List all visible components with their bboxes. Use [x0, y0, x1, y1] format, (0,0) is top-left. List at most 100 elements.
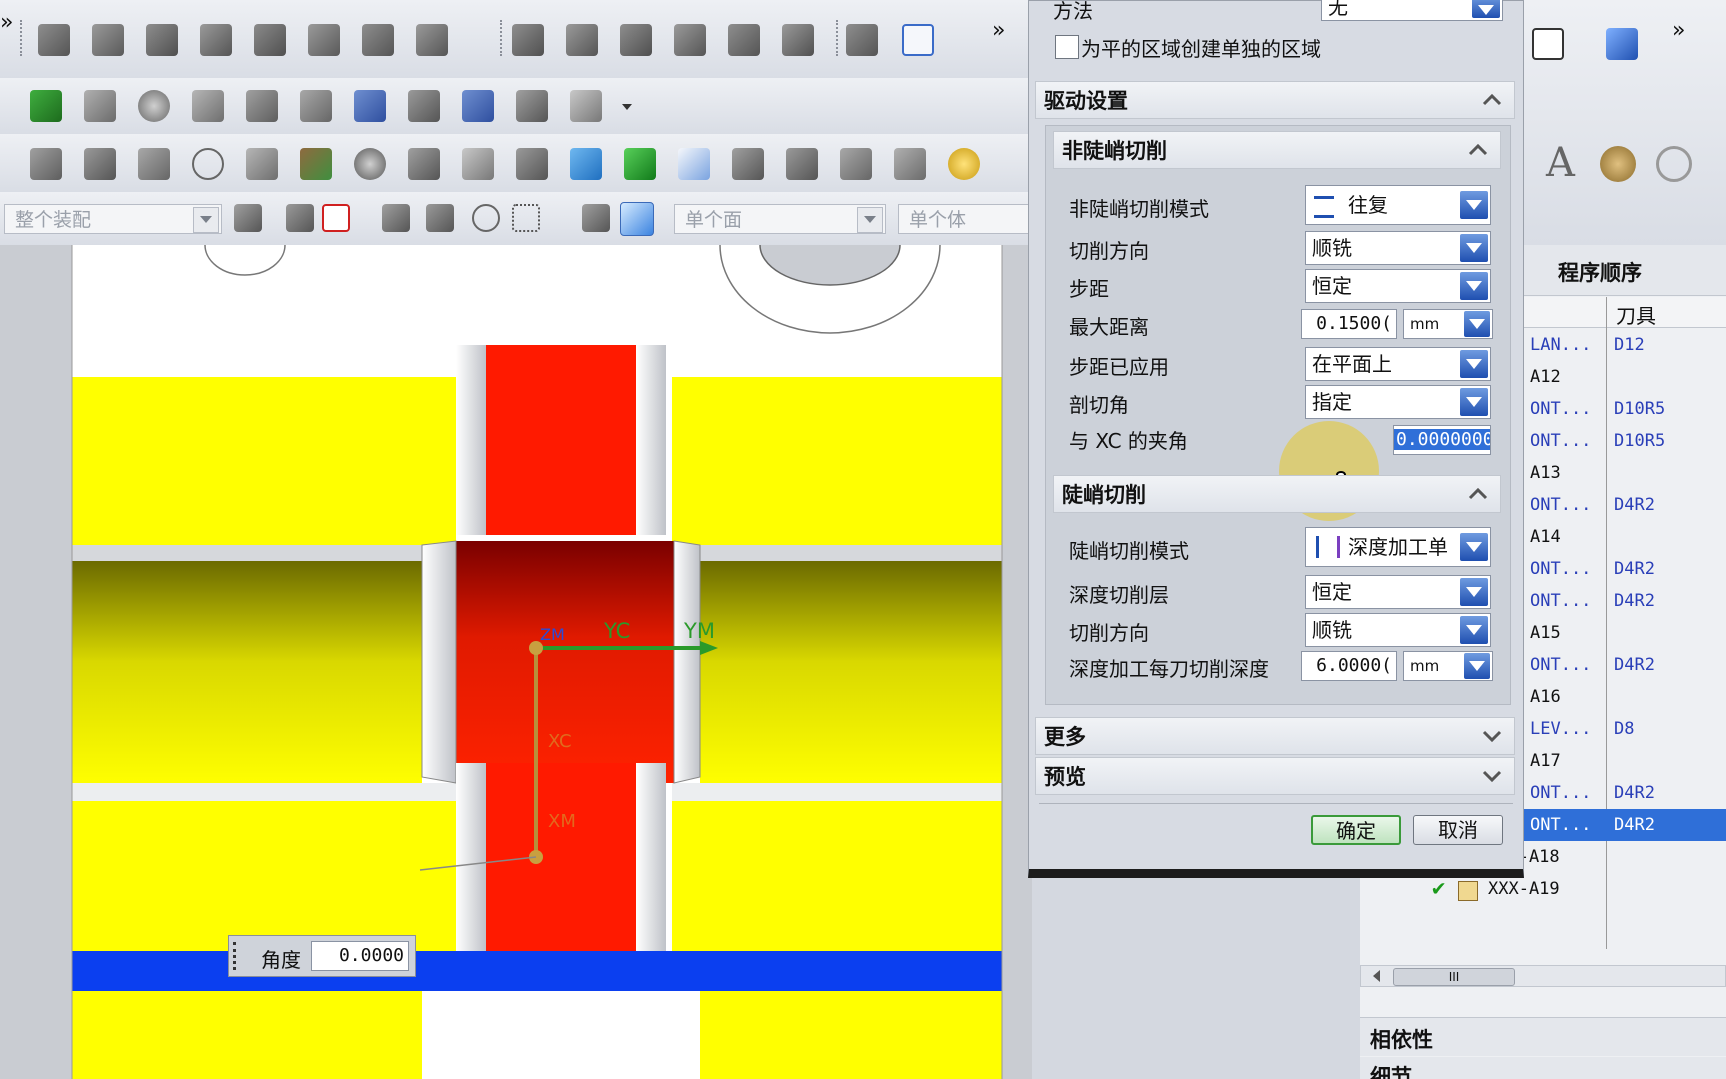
mill-op-icon-4[interactable]	[200, 24, 232, 56]
scroll-left-icon[interactable]	[1373, 970, 1380, 982]
green-blocks-icon[interactable]	[624, 148, 656, 180]
method-select[interactable]: 无	[1321, 0, 1503, 21]
mill-op-icon-15[interactable]	[846, 24, 878, 56]
mill-op-icon-13[interactable]	[728, 24, 760, 56]
max-distance-unit-select[interactable]: mm	[1403, 309, 1493, 339]
printer-icon[interactable]	[192, 90, 224, 122]
mill-op-icon-1[interactable]	[38, 24, 70, 56]
geometry-icon[interactable]	[30, 90, 62, 122]
tree-icon[interactable]	[732, 148, 764, 180]
point-select-icon[interactable]	[322, 204, 350, 232]
dependencies-panel-header[interactable]: 相依性	[1360, 1017, 1726, 1056]
parts-list-icon[interactable]	[354, 90, 386, 122]
mill-op-icon-10[interactable]	[566, 24, 598, 56]
sheep-icon[interactable]	[138, 90, 170, 122]
col-tool-header[interactable]: 刀具	[1616, 300, 1656, 329]
drag-handle-icon[interactable]	[233, 942, 244, 970]
more-header[interactable]: 更多	[1035, 717, 1515, 755]
arrow-right-icon[interactable]	[1532, 28, 1564, 60]
palette-icon[interactable]	[1600, 146, 1636, 182]
draft-icon[interactable]	[462, 148, 494, 180]
drive-settings-header[interactable]: 驱动设置	[1035, 81, 1515, 119]
blue-s-icon[interactable]	[570, 148, 602, 180]
k-icon[interactable]	[300, 148, 332, 180]
marquee-icon[interactable]	[512, 204, 540, 232]
flag-icon[interactable]	[1606, 28, 1638, 60]
angle-onscreen-input[interactable]: 角度 0.0000	[228, 935, 416, 977]
steep-cut-direction-select[interactable]: 顺铣	[1305, 613, 1491, 647]
xyz-icon[interactable]	[894, 148, 926, 180]
assembly-filter-select[interactable]: 整个装配	[4, 204, 222, 234]
cube-icon[interactable]	[246, 148, 278, 180]
gold-balls-icon[interactable]	[948, 148, 980, 180]
steep-pattern-select[interactable]: 深度加工单	[1305, 527, 1491, 567]
scroll-thumb[interactable]: III	[1393, 968, 1515, 986]
path-icon[interactable]	[84, 90, 116, 122]
mill-op-icon-7[interactable]	[362, 24, 394, 56]
mill-op-icon-12[interactable]	[674, 24, 706, 56]
axis-label-ym: YM	[684, 619, 715, 643]
box-icon[interactable]	[408, 148, 440, 180]
row2-dropdown-arrow[interactable]	[622, 104, 632, 110]
trim-icon[interactable]	[138, 148, 170, 180]
mill-op-icon-6[interactable]	[308, 24, 340, 56]
layers-icon[interactable]	[786, 148, 818, 180]
graphics-viewport[interactable]: ZM YC YM XC XM 角度 0.0000	[0, 245, 1032, 1079]
target-icon[interactable]	[472, 204, 500, 232]
mill-op-icon-2[interactable]	[92, 24, 124, 56]
depth-per-cut-input[interactable]: 6.0000(	[1301, 651, 1397, 681]
horizontal-scrollbar[interactable]: III	[1360, 965, 1726, 987]
separate-region-checkbox[interactable]	[1055, 35, 1079, 59]
xc-angle-input[interactable]: 0.0000000	[1393, 425, 1491, 455]
non-steep-cut-direction-select[interactable]: 顺铣	[1305, 231, 1491, 265]
depth-per-cut-unit-select[interactable]: mm	[1403, 651, 1493, 681]
list-icon[interactable]	[300, 90, 332, 122]
toolbar-overflow-1[interactable]: »	[992, 18, 1005, 43]
face-filter-select[interactable]: 单个面	[674, 204, 886, 234]
toolbar-overflow-2[interactable]: »	[1672, 18, 1685, 43]
mill-op-icon-14[interactable]	[782, 24, 814, 56]
gear-icon[interactable]	[1656, 146, 1692, 182]
prt-icon[interactable]	[678, 148, 710, 180]
max-distance-input[interactable]: 0.1500(	[1301, 309, 1397, 339]
solid-icon[interactable]	[582, 204, 610, 232]
stitch-icon[interactable]	[30, 148, 62, 180]
tool-icon[interactable]	[246, 90, 278, 122]
wrench-icon[interactable]	[840, 148, 872, 180]
mill-op-icon-8[interactable]	[416, 24, 448, 56]
stepover-select[interactable]: 恒定	[1305, 269, 1491, 303]
text-a-icon[interactable]: A	[1546, 140, 1575, 186]
blue-cube-icon[interactable]	[620, 202, 654, 236]
table-icon[interactable]	[462, 90, 494, 122]
mill-op-icon-9[interactable]	[512, 24, 544, 56]
non-steep-pattern-select[interactable]: 往复	[1305, 185, 1491, 225]
arrow-tree-icon[interactable]	[408, 90, 440, 122]
toolbar-overflow-left[interactable]: »	[0, 10, 13, 35]
cylinder-icon[interactable]	[354, 148, 386, 180]
details-panel-header[interactable]: 细节	[1360, 1057, 1726, 1079]
crosshair-icon[interactable]	[382, 204, 410, 232]
row-tool: D4R2	[1614, 655, 1655, 675]
angle-value-field[interactable]: 0.0000	[311, 941, 409, 971]
stepover-applied-select[interactable]: 在平面上	[1305, 347, 1491, 381]
select-box-icon[interactable]	[570, 90, 602, 122]
body-filter-select[interactable]: 单个体	[898, 204, 1032, 234]
hammer-icon[interactable]	[426, 204, 454, 232]
depth-levels-select[interactable]: 恒定	[1305, 575, 1491, 609]
steep-header[interactable]: 陡峭切削	[1053, 475, 1501, 513]
non-steep-header[interactable]: 非陡峭切削	[1053, 131, 1501, 169]
mill-op-icon-3[interactable]	[146, 24, 178, 56]
filter-icon[interactable]	[234, 204, 262, 232]
ok-button[interactable]: 确定	[1311, 815, 1401, 845]
snap-icon[interactable]	[286, 204, 314, 232]
shop-doc-icon[interactable]	[902, 24, 934, 56]
cut-icon[interactable]	[516, 90, 548, 122]
circle-icon[interactable]	[192, 148, 224, 180]
mill-op-icon-5[interactable]	[254, 24, 286, 56]
preview-header[interactable]: 预览	[1035, 757, 1515, 795]
mill-op-icon-11[interactable]	[620, 24, 652, 56]
sheet-icon[interactable]	[84, 148, 116, 180]
cancel-button[interactable]: 取消	[1413, 815, 1503, 845]
cut-angle-select[interactable]: 指定	[1305, 385, 1491, 419]
kc-icon[interactable]	[516, 148, 548, 180]
